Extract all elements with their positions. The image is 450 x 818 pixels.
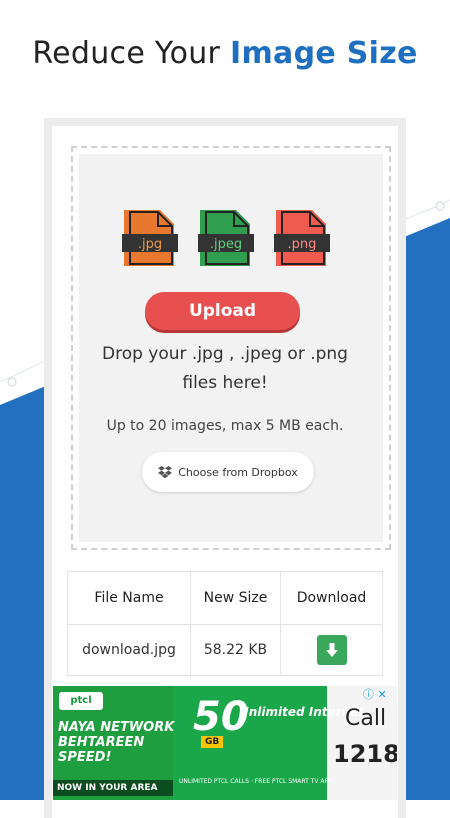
headline-accent: Image Size bbox=[230, 36, 418, 71]
png-file-icon: .png bbox=[274, 210, 330, 266]
ad-info-icon[interactable]: ⓘ ✕ bbox=[363, 688, 393, 702]
ad-call-number: 1218 bbox=[333, 740, 397, 768]
jpeg-label: .jpeg bbox=[210, 237, 242, 252]
results-table: File Name New Size Download download.jpg… bbox=[67, 571, 383, 676]
headline-prefix: Reduce Your bbox=[32, 36, 221, 71]
header-download: Download bbox=[280, 571, 383, 625]
cell-file-name: download.jpg bbox=[67, 624, 191, 676]
drop-instructions: Drop your .jpg , .jpeg or .png files her… bbox=[70, 340, 380, 398]
dropbox-button[interactable]: Choose from Dropbox bbox=[142, 452, 314, 492]
drop-text-line1: Drop your .jpg , .jpeg or .png bbox=[102, 344, 348, 364]
download-arrow-icon bbox=[325, 643, 338, 657]
dropbox-icon bbox=[158, 465, 173, 478]
header-new-size: New Size bbox=[190, 571, 281, 625]
upload-button[interactable]: Upload bbox=[145, 292, 300, 330]
download-button[interactable] bbox=[316, 635, 347, 665]
table-row: download.jpg 58.22 KB bbox=[67, 624, 383, 676]
cell-new-size: 58.22 KB bbox=[190, 624, 281, 676]
png-label: .png bbox=[288, 237, 317, 252]
table-header-row: File Name New Size Download bbox=[67, 571, 383, 625]
jpeg-file-icon: .jpeg bbox=[198, 210, 254, 266]
dropbox-label: Choose from Dropbox bbox=[178, 465, 298, 479]
ad-strip: NOW IN YOUR AREA bbox=[53, 780, 173, 796]
ad-brand-logo: ptcl bbox=[59, 692, 103, 710]
ad-footnote: UNLIMITED PTCL CALLS · FREE PTCL SMART T… bbox=[179, 778, 332, 785]
page-headline: Reduce Your Image Size bbox=[0, 36, 450, 71]
header-file-name: File Name bbox=[67, 571, 191, 625]
ad-call-label: Call bbox=[345, 706, 387, 731]
advertisement-banner[interactable]: ptcl NAYA NETWORK BEHTAREEN SPEED! NOW I… bbox=[53, 686, 397, 800]
drop-text-line2: files here! bbox=[182, 373, 268, 393]
jpg-file-icon: .jpg bbox=[122, 210, 178, 266]
upload-limit-text: Up to 20 images, max 5 MB each. bbox=[106, 418, 344, 434]
cell-download bbox=[280, 624, 383, 676]
ad-unit: GB bbox=[201, 736, 224, 748]
jpg-label: .jpg bbox=[138, 237, 162, 252]
ad-headline: NAYA NETWORK BEHTAREEN SPEED! bbox=[58, 720, 175, 765]
